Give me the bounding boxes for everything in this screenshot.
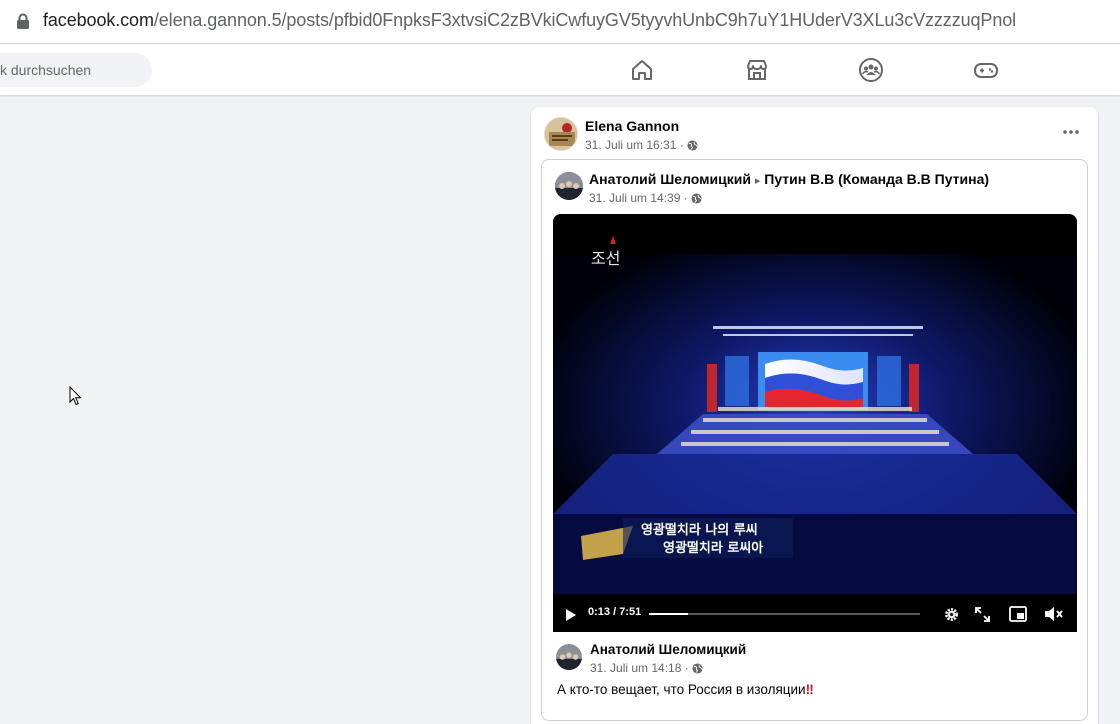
double-exclamation-emoji: ‼ <box>805 682 814 697</box>
video-subtitle-line1: 영광떨치라 나의 루씨 <box>641 522 758 538</box>
facebook-header: k durchsuchen <box>0 45 1120 95</box>
gaming-icon[interactable] <box>973 57 999 83</box>
search-input[interactable]: k durchsuchen <box>0 53 152 87</box>
video-frame: 조선 영광떨치라 나의 루씨 영광떨치라 로씨아 <box>553 214 1077 632</box>
mouse-cursor-icon <box>69 386 82 406</box>
shared-avatar-image <box>555 172 583 200</box>
inner-timestamp[interactable]: 31. Juli um 14:18 · <box>590 661 689 675</box>
marketplace-icon[interactable] <box>744 57 770 83</box>
browser-address-bar[interactable]: facebook.com/elena.gannon.5/posts/pfbid0… <box>0 0 1120 44</box>
shared-timestamp[interactable]: 31. Juli um 14:39 · <box>589 191 688 205</box>
shared-arrow-icon: ▸ <box>754 175 761 187</box>
inner-avatar-image <box>556 644 582 670</box>
more-options-icon[interactable] <box>1061 124 1081 140</box>
video-progress-fill <box>649 613 689 615</box>
shared-target-page[interactable]: Путин В.В (Команда В.В Путина) <box>764 171 989 187</box>
lock-icon <box>17 13 29 29</box>
url-text[interactable]: facebook.com/elena.gannon.5/posts/pfbid0… <box>43 10 1016 31</box>
play-icon[interactable] <box>565 608 577 622</box>
fullscreen-icon[interactable] <box>975 607 990 622</box>
shared-post[interactable]: Анатолий Шеломицкий ▸ Путин В.В (Команда… <box>541 159 1088 721</box>
video-player[interactable]: 조선 영광떨치라 나의 루씨 영광떨치라 로씨아 0:13 / 7:51 <box>553 214 1077 632</box>
globe-icon <box>687 139 698 151</box>
inner-author-name[interactable]: Анатолий Шеломицкий <box>590 642 746 657</box>
post-card: Elena Gannon 31. Juli um 16:31 · Анатоли… <box>531 107 1098 724</box>
author-avatar[interactable] <box>544 117 578 151</box>
settings-gear-icon[interactable] <box>943 606 960 623</box>
inner-meta: 31. Juli um 14:18 · <box>590 661 703 675</box>
inner-post-text: А кто-то вещает, что Россия в изоляции‼ <box>557 682 814 697</box>
post-timestamp[interactable]: 31. Juli um 16:31 · <box>585 138 684 152</box>
video-controls: 0:13 / 7:51 <box>553 596 1077 632</box>
globe-icon <box>691 192 702 204</box>
video-subtitle-line2: 영광떨치라 로씨아 <box>663 540 763 556</box>
url-domain: facebook.com <box>43 10 154 30</box>
shared-author-name[interactable]: Анатолий Шеломицкий <box>589 171 751 187</box>
avatar-image <box>545 118 577 150</box>
video-time: 0:13 / 7:51 <box>588 606 642 618</box>
url-path: /elena.gannon.5/posts/pfbid0FnpksF3xtvsi… <box>153 10 1017 30</box>
shared-author-line: Анатолий Шеломицкий ▸ Путин В.В (Команда… <box>589 171 989 187</box>
globe-icon <box>692 662 703 674</box>
inner-post-body: А кто-то вещает, что Россия в изоляции <box>557 682 806 697</box>
post-meta: 31. Juli um 16:31 · <box>585 138 698 152</box>
post-author-name[interactable]: Elena Gannon <box>585 118 679 134</box>
search-placeholder: k durchsuchen <box>0 62 92 78</box>
muted-volume-icon[interactable] <box>1044 606 1064 622</box>
home-icon[interactable] <box>629 57 655 83</box>
shared-meta: 31. Juli um 14:39 · <box>589 191 702 205</box>
picture-in-picture-icon[interactable] <box>1009 606 1027 622</box>
shared-author-avatar[interactable] <box>555 172 583 200</box>
channel-logo: 조선 <box>591 249 620 268</box>
video-progress-bar[interactable] <box>649 613 920 615</box>
inner-author-avatar[interactable] <box>556 644 582 670</box>
groups-icon[interactable] <box>858 57 884 83</box>
